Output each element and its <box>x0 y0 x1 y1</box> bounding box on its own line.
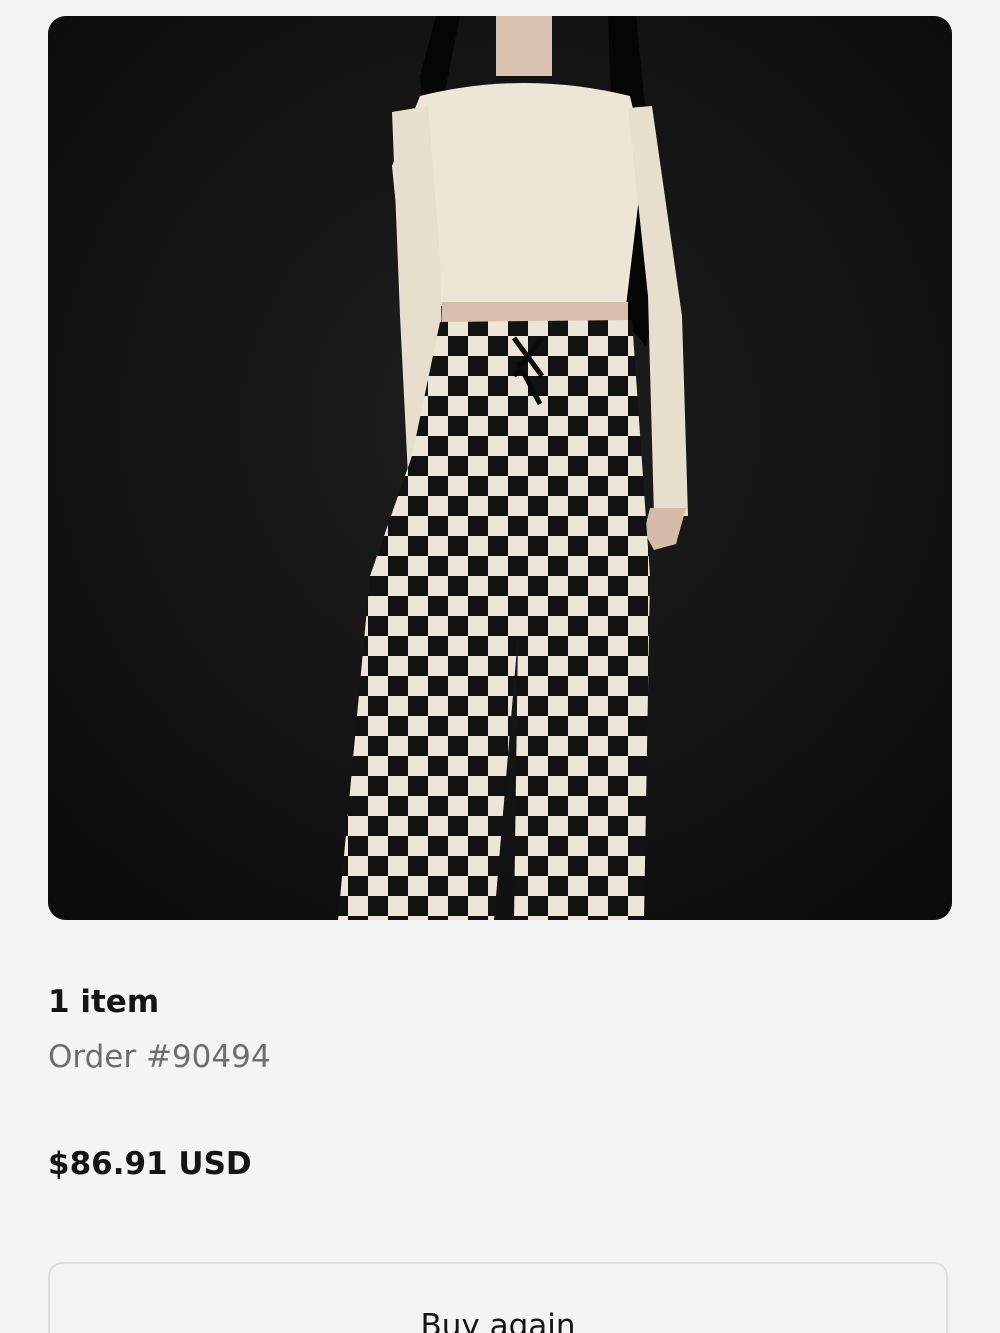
buy-again-button[interactable]: Buy again <box>48 1262 948 1333</box>
item-count: 1 item <box>48 984 160 1020</box>
order-total: $86.91 USD <box>48 1146 252 1182</box>
order-number: Order #90494 <box>48 1039 271 1075</box>
product-image[interactable] <box>48 16 952 920</box>
buy-again-label: Buy again <box>420 1308 576 1333</box>
order-detail-page: 1 item Order #90494 $86.91 USD Buy again <box>0 0 1000 1333</box>
